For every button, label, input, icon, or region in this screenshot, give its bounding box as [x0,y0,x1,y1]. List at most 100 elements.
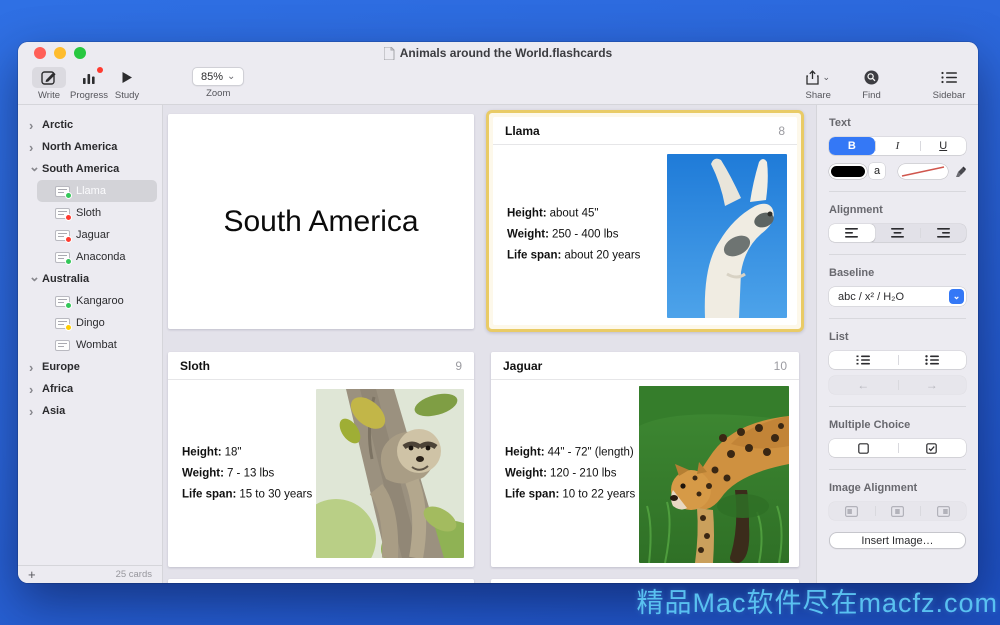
highlighter-icon[interactable] [954,164,966,178]
align-center-button[interactable] [875,224,921,242]
card-llama-selection: Llama 8 Height:about 45" Weight:250 - 40… [486,110,804,332]
flashcard-icon [55,318,70,329]
baseline-section-label: Baseline [829,267,966,279]
card-number: 10 [774,359,787,373]
sidebar-group-arctic[interactable]: ›Arctic [18,114,162,136]
checkbox-empty-icon [858,443,869,454]
sidebar-item-wombat[interactable]: Wombat [18,334,162,356]
play-icon [121,71,133,84]
zoom-control[interactable]: 85% ⌄ Zoom [192,67,244,99]
flashcard-icon [55,230,70,241]
card-title: Sloth [180,359,210,373]
titlebar: Animals around the World.flashcards [18,42,978,64]
flashcard-icon [55,186,70,197]
card-number: 8 [778,124,785,138]
status-dot-yellow [65,324,72,331]
align-left-button[interactable] [829,224,875,242]
text-color-swatch[interactable] [829,164,867,179]
llama-photo [667,154,787,318]
status-dot-green [65,258,72,265]
baseline-value: abc / x² / H₂O [838,291,904,303]
outdent-button[interactable]: ← [829,376,898,394]
bulleted-list-icon [925,355,939,365]
image-align-left-button[interactable] [829,502,875,520]
add-card-button[interactable]: + [28,567,36,582]
bulleted-list-button[interactable] [898,351,967,369]
sidebar-item-sloth[interactable]: Sloth [18,202,162,224]
write-button[interactable]: Write [32,67,66,101]
search-icon [864,70,879,85]
sidebar-group-north-america[interactable]: ›North America [18,136,162,158]
window-title: Animals around the World.flashcards [400,46,612,60]
baseline-dropdown[interactable]: abc / x² / H₂O ⌄ [829,287,966,306]
image-align-center-button[interactable] [875,502,921,520]
sidebar-group-africa[interactable]: ›Africa [18,378,162,400]
find-button[interactable]: Find [855,67,888,101]
card-grid: South America Llama 8 Height:about 45" W… [163,105,816,583]
flashcard-icon [55,252,70,263]
card-jaguar[interactable]: Jaguar 10 Height:44" - 72" (length) Weig… [491,352,799,567]
card-fields: Height:18" Weight:7 - 13 lbs Life span:1… [182,442,312,505]
sidebar-item-anaconda[interactable]: Anaconda [18,246,162,268]
status-dot-green [65,302,72,309]
card-south-america[interactable]: South America [168,114,474,329]
sidebar-item-llama[interactable]: Llama [37,180,157,202]
share-button[interactable]: ⌄ Share [797,67,839,101]
list-type-segmented [829,351,966,369]
checkbox-empty-button[interactable] [829,439,898,457]
sidebar-group-europe[interactable]: ›Europe [18,356,162,378]
sidebar-toggle-button[interactable]: Sidebar [932,67,966,101]
card-fields: Height:about 45" Weight:250 - 400 lbs Li… [507,204,640,267]
image-align-right-button[interactable] [920,502,966,520]
multiple-choice-segmented [829,439,966,457]
chevron-down-icon: ⌄ [227,71,235,82]
image-align-right-icon [937,506,950,517]
image-alignment-section-label: Image Alignment [829,482,966,494]
progress-button[interactable]: Progress [70,67,108,101]
highlight-color-none[interactable] [898,164,948,179]
align-left-icon [845,228,858,238]
status-dot-red [65,236,72,243]
insert-image-button[interactable]: Insert Image… [829,532,966,549]
alignment-segmented [829,224,966,242]
checkbox-checked-icon [926,443,937,454]
card-sloth[interactable]: Sloth 9 Height:18" Weight:7 - 13 lbs Lif… [168,352,474,567]
chevron-down-icon: ⌄ [29,269,37,285]
card-title: Jaguar [503,359,542,373]
flashcard-icon [55,296,70,307]
chevron-right-icon: › [29,382,37,397]
indent-button[interactable]: → [898,376,967,394]
image-alignment-segmented [829,502,966,520]
image-align-center-icon [891,506,904,517]
sidebar-item-kangaroo[interactable]: Kangaroo [18,290,162,312]
status-dot-red [65,214,72,221]
sidebar-group-australia[interactable]: ⌄Australia [18,268,162,290]
checkbox-checked-button[interactable] [898,439,967,457]
document-icon [384,47,395,60]
chevron-down-icon: ⌄ [29,159,37,175]
text-color-badge: a [869,163,885,179]
inspector-panel: Text B I U a Alignment [816,105,978,583]
sidebar-group-south-america[interactable]: ⌄South America [18,158,162,180]
alignment-section-label: Alignment [829,204,966,216]
progress-badge [97,67,103,73]
sidebar-item-jaguar[interactable]: Jaguar [18,224,162,246]
study-button[interactable]: Study [112,67,142,101]
underline-button[interactable]: U [920,137,966,155]
card-llama[interactable]: Llama 8 Height:about 45" Weight:250 - 40… [493,117,797,325]
numbered-list-button[interactable] [829,351,898,369]
sidebar-item-dingo[interactable]: Dingo [18,312,162,334]
numbered-list-icon [856,355,870,365]
card-partial-left[interactable] [168,579,474,583]
multiple-choice-section-label: Multiple Choice [829,419,966,431]
card-fields: Height:44" - 72" (length) Weight:120 - 2… [505,442,635,505]
zoom-value: 85% [201,71,223,83]
chevron-right-icon: › [29,140,37,155]
align-right-button[interactable] [920,224,966,242]
chevron-down-icon: ⌄ [949,289,964,304]
italic-button[interactable]: I [875,137,921,155]
sidebar-group-asia[interactable]: ›Asia [18,400,162,422]
bold-button[interactable]: B [829,137,875,155]
flashcard-icon [55,340,70,351]
sloth-photo [316,389,464,558]
